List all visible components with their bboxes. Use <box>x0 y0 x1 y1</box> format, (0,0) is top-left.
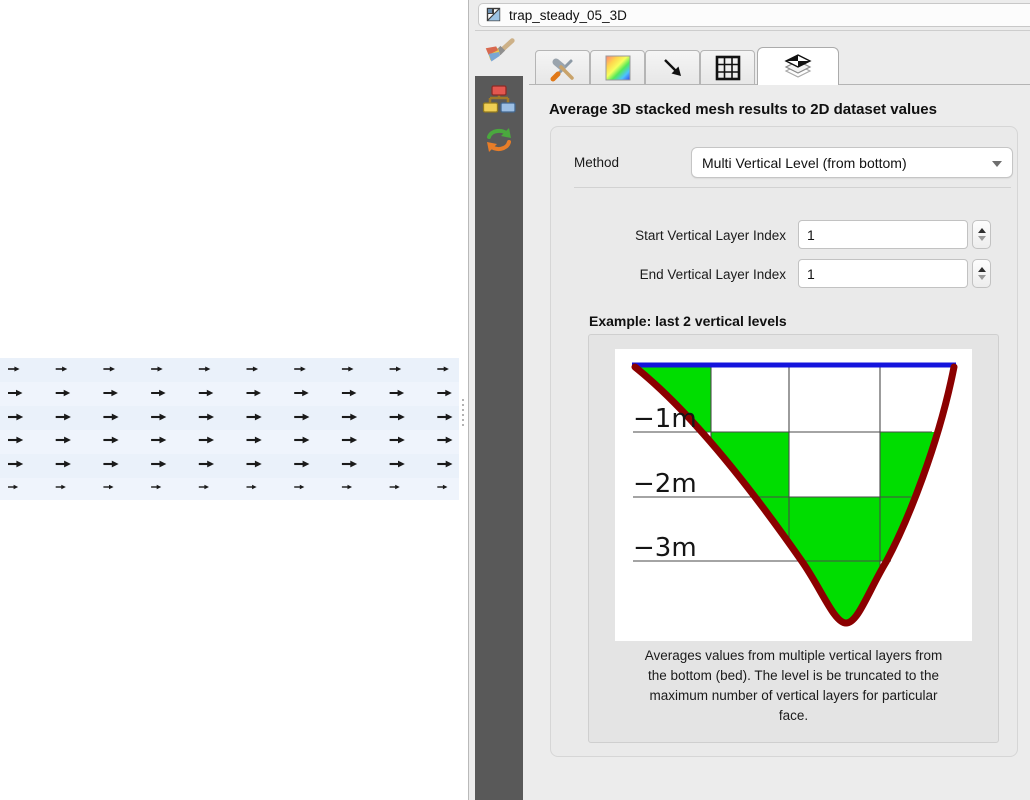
depth-label-1m: −1m <box>633 404 697 434</box>
tab-contours[interactable] <box>590 50 645 85</box>
caption-line: maximum number of vertical layers for pa… <box>597 686 990 706</box>
start-layer-stepper[interactable] <box>972 220 991 249</box>
tab-general-settings[interactable] <box>535 50 590 85</box>
start-layer-input[interactable]: 1 <box>798 220 968 249</box>
tools-icon <box>548 54 578 82</box>
mesh-layer-properties-window: trap_steady_05_3D <box>0 0 1030 800</box>
caption-line: the bottom (bed). The level is be trunca… <box>597 666 990 686</box>
chevron-down-icon <box>992 161 1002 167</box>
tab-rendering[interactable] <box>700 50 755 85</box>
method-separator <box>574 187 1011 188</box>
end-layer-label: End Vertical Layer Index <box>574 267 786 282</box>
depth-label-3m: −3m <box>633 533 697 563</box>
method-label: Method <box>574 155 619 170</box>
step-down-icon[interactable] <box>978 236 986 241</box>
tab-vectors[interactable] <box>645 50 700 85</box>
step-down-icon[interactable] <box>978 275 986 280</box>
caption-line: Averages values from multiple vertical l… <box>597 646 990 666</box>
end-layer-stepper[interactable] <box>972 259 991 288</box>
layer-styling-panel: trap_steady_05_3D <box>468 0 1030 800</box>
gradient-icon <box>605 55 631 81</box>
example-caption: Averages values from multiple vertical l… <box>597 646 990 726</box>
splitter-handle[interactable] <box>462 399 464 426</box>
end-layer-input[interactable]: 1 <box>798 259 968 288</box>
page-title: Average 3D stacked mesh results to 2D da… <box>549 101 937 118</box>
panel-title-bar[interactable]: trap_steady_05_3D <box>478 3 1030 27</box>
map-canvas[interactable] <box>0 0 459 800</box>
panel-title: trap_steady_05_3D <box>509 8 627 23</box>
start-layer-value: 1 <box>807 227 815 243</box>
example-heading: Example: last 2 vertical levels <box>589 313 787 329</box>
caption-line: face. <box>597 706 990 726</box>
mesh-layer-icon <box>486 7 502 23</box>
panel-splitter <box>459 0 468 800</box>
vector-arrow-icon <box>659 54 687 82</box>
symbology-brush-icon[interactable] <box>481 36 517 68</box>
depth-label-2m: −2m <box>633 469 697 499</box>
header-divider <box>475 30 1030 31</box>
legend-tree-icon[interactable] <box>481 84 517 116</box>
styling-toolbar <box>475 76 523 800</box>
example-box: −1m −2m −3m Averages values from multipl… <box>588 334 999 743</box>
step-up-icon[interactable] <box>978 228 986 233</box>
end-layer-value: 1 <box>807 266 815 282</box>
step-up-icon[interactable] <box>978 267 986 272</box>
method-dropdown[interactable]: Multi Vertical Level (from bottom) <box>691 147 1013 178</box>
stacked-mesh-icon <box>783 52 813 82</box>
vertical-levels-diagram: −1m −2m −3m <box>615 349 972 641</box>
tab-stacked-mesh-averaging[interactable] <box>757 47 839 85</box>
vector-field-band <box>0 358 459 500</box>
vector-field-svg <box>0 358 459 500</box>
method-value: Multi Vertical Level (from bottom) <box>702 155 907 171</box>
reload-style-icon[interactable] <box>481 124 517 156</box>
grid-icon <box>715 55 741 81</box>
start-layer-label: Start Vertical Layer Index <box>574 228 786 243</box>
